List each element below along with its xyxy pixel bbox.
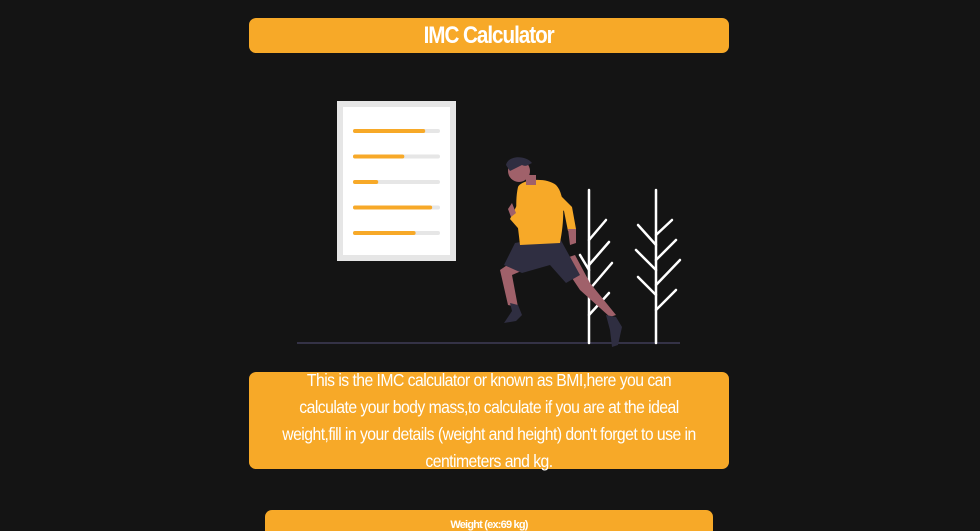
checklist-fill xyxy=(353,129,426,133)
checklist-fill xyxy=(353,154,405,159)
plant-icon xyxy=(578,188,614,345)
runner-figure xyxy=(500,157,622,347)
description-card: This is the IMC calculator or known as B… xyxy=(249,370,729,471)
checklist-fill xyxy=(353,231,416,235)
header-bar: IMC Calculator xyxy=(249,18,729,53)
description-text: This is the IMC calculator or known as B… xyxy=(282,369,696,471)
checklist-fill xyxy=(353,180,379,184)
page-title: IMC Calculator xyxy=(423,21,555,49)
weight-label: Weight (ex:69 kg) xyxy=(450,519,528,531)
page: IMC Calculator This is the IMC calculato… xyxy=(0,0,980,531)
checklist-fill xyxy=(353,205,433,210)
plant-icon xyxy=(634,188,682,345)
runner-illustration xyxy=(297,101,682,347)
document-icon xyxy=(337,101,456,261)
weight-input[interactable]: Weight (ex:69 kg) xyxy=(265,510,713,531)
